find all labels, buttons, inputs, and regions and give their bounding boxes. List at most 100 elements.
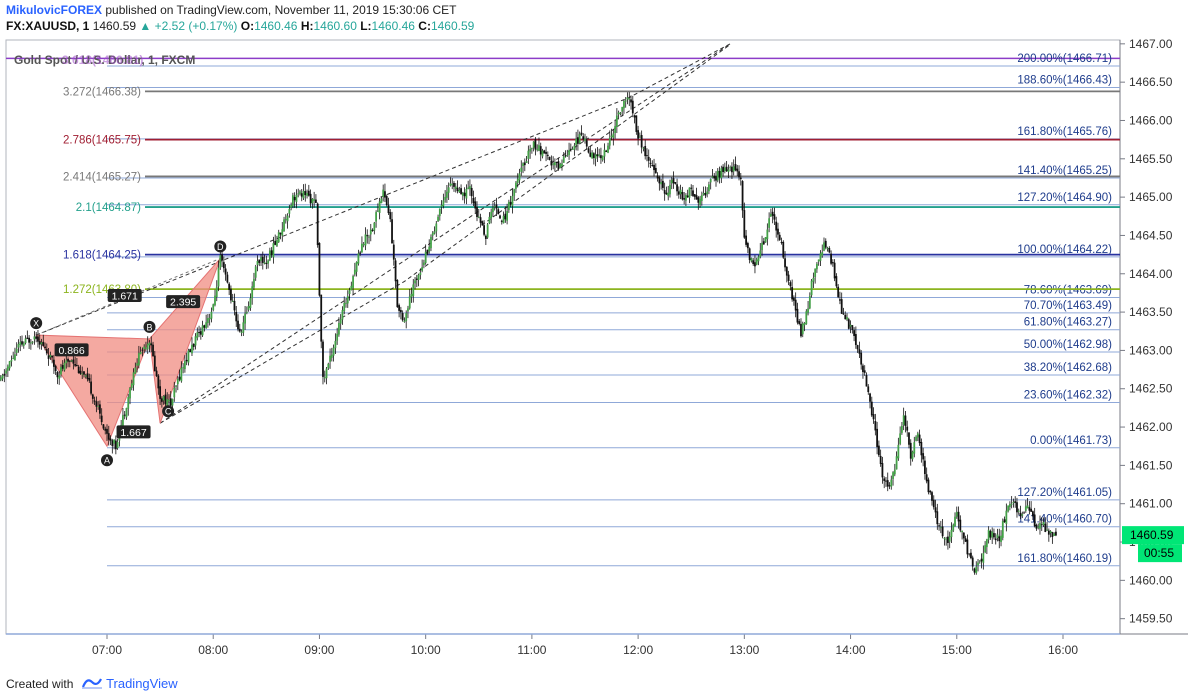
price-change: +2.52 (+0.17%) [154,19,238,33]
candle-body [623,100,625,109]
candle-body [562,156,565,163]
candle-body [927,479,930,493]
candle-body [465,189,468,199]
candle-body [60,366,62,375]
candle-body [258,259,261,263]
price-chart[interactable]: 1459.501460.001460.501461.001461.501462.… [0,0,1188,700]
candle-body [585,140,588,147]
close-value: 1460.59 [430,19,475,33]
candle-body [224,268,227,275]
candle-body [70,360,73,362]
candle-body [922,453,925,460]
candle-body [481,221,484,226]
candle-body [504,213,507,220]
candle-body [244,313,246,324]
candle-body [268,250,271,261]
tradingview-logo-icon[interactable] [81,675,103,695]
candle-body [136,363,138,366]
candle-body [1040,524,1043,526]
candle-body [435,223,438,232]
candle-body [502,215,505,224]
candle-body [791,287,794,300]
candle-body [817,259,820,262]
tradingview-brand[interactable]: TradingView [106,676,178,691]
candle-body [366,235,369,237]
candle-body [325,368,328,379]
candle-body [490,211,493,219]
low-label: L: [360,19,372,33]
candle-body [934,507,937,513]
candle-body [592,153,595,158]
candle-body [125,407,128,418]
candle-body [819,253,822,261]
candle-body [607,145,609,153]
candle-body [785,266,788,276]
candle-body [731,166,733,173]
candle-body [538,145,540,151]
candle-body [750,258,753,262]
fib-projection-label: 2.1(1464.87) [76,202,141,214]
candle-body [315,199,317,203]
candle-body [430,236,432,249]
candle-body [534,139,537,150]
candle-body [458,189,461,193]
fib-projection-label: 2.786(1465.75) [63,135,141,147]
candle-body [444,196,447,200]
candle-body [647,156,650,161]
candle-body [856,345,859,350]
candle-body [129,387,131,399]
candle-body [295,194,298,202]
candle-body [17,343,20,348]
candle-body [824,240,827,248]
pattern-point-label: X [33,319,39,329]
candle-body [947,536,949,543]
candle-body [633,115,636,118]
candle-body [564,155,567,157]
candle-body [396,280,399,308]
candle-body [214,295,216,306]
candle-body [757,256,760,262]
candle-body [362,244,365,246]
candle-body [215,286,218,298]
candle-body [876,428,879,448]
candle-body [761,242,763,251]
candle-body [1024,506,1027,511]
candle-body [394,260,397,282]
author-link[interactable]: MikulovicFOREX [6,3,102,17]
candle-body [932,499,935,508]
candle-body [178,376,181,380]
candle-body [341,310,344,320]
candle-body [364,234,367,246]
candle-body [263,262,266,264]
candle-body [467,187,470,189]
candle-body [368,236,370,238]
candle-body [980,558,983,562]
candle-body [755,259,758,265]
candle-body [862,365,864,373]
candle-body [376,210,379,212]
candle-body [909,442,912,459]
candle-body [10,360,13,362]
candle-body [44,346,46,349]
candle-body [235,311,238,322]
candle-body [695,195,698,200]
candle-body [812,277,815,282]
candle-body [307,190,310,196]
fib-retracement-label: 161.80%(1460.19) [1017,553,1112,565]
price-tick-label: 1465.00 [1129,190,1173,204]
candle-body [338,323,340,335]
candle-body [410,293,413,298]
candle-body [837,286,840,298]
candle-body [49,354,52,358]
candle-body [65,360,68,364]
candle-body [0,377,2,381]
candle-body [81,373,84,375]
candle-body [8,361,11,369]
candle-body [764,237,767,243]
candle-body [61,365,64,369]
candle-body [685,194,687,201]
candle-body [91,394,94,399]
candle-body [968,553,971,555]
candle-body [532,141,535,148]
candle-body [67,358,69,362]
